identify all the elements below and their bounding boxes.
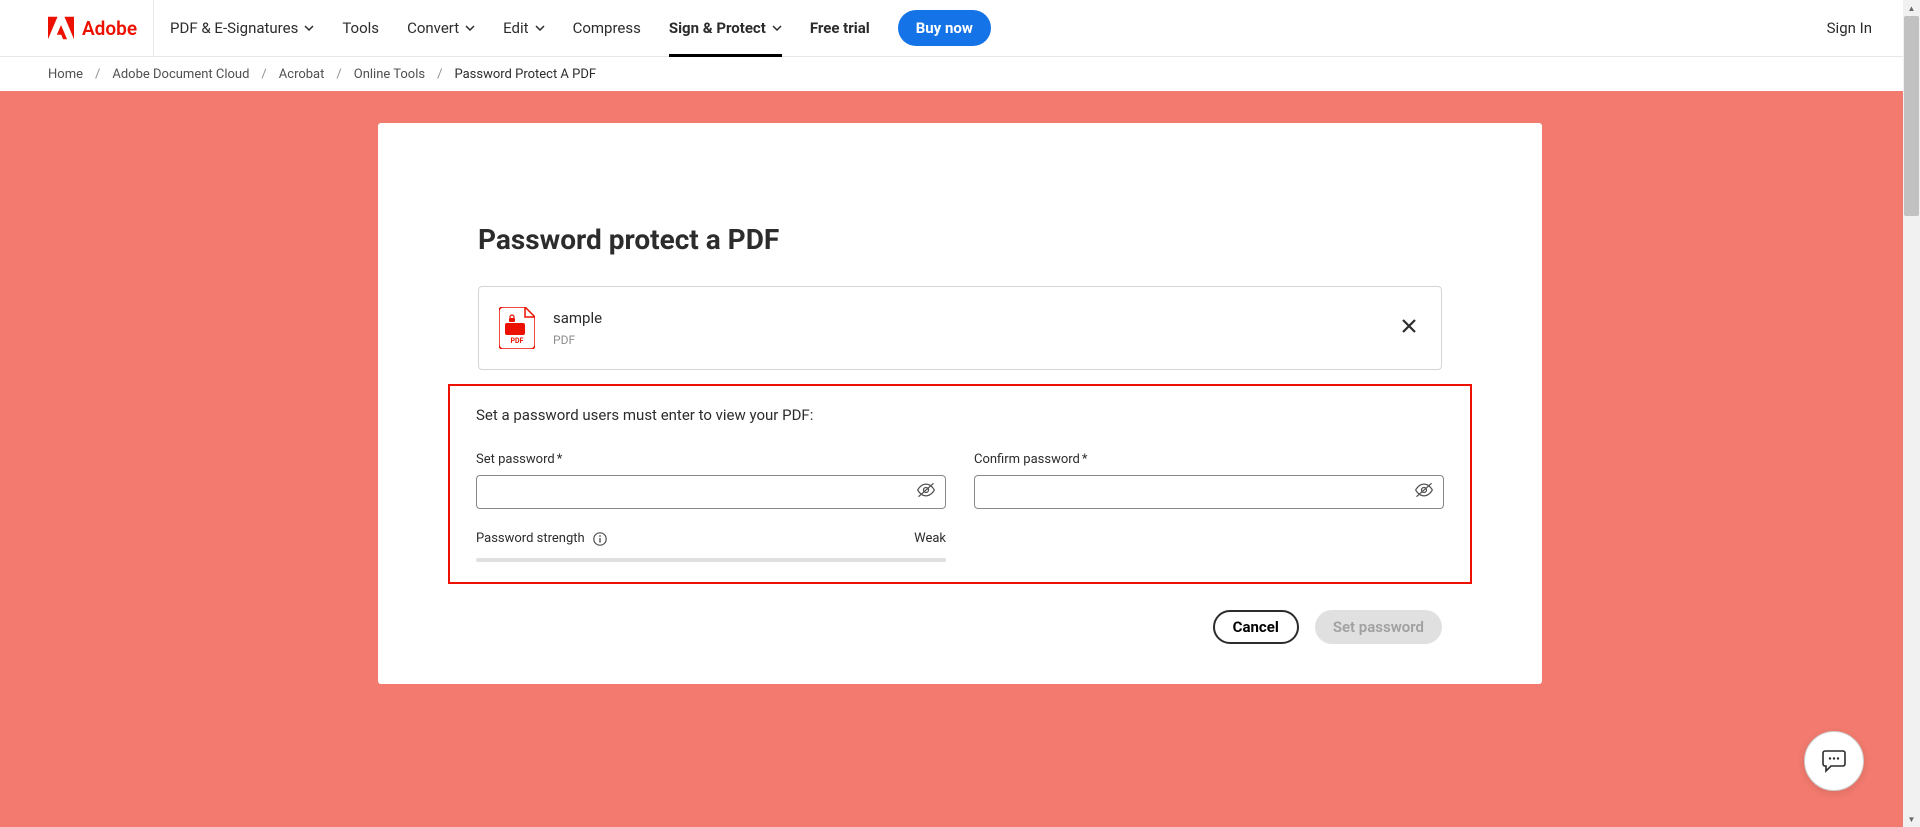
page-title: Password protect a PDF <box>478 223 1442 256</box>
set-password-field: Set password* <box>476 452 946 509</box>
chevron-down-icon <box>304 25 314 31</box>
toggle-password-visibility-button[interactable] <box>916 482 936 502</box>
close-icon <box>1401 318 1417 334</box>
scroll-up-arrow[interactable]: ▲ <box>1903 0 1920 16</box>
set-password-label: Set password* <box>476 452 946 467</box>
breadcrumb-separator: / <box>336 67 341 82</box>
action-buttons: Cancel Set password <box>478 610 1442 644</box>
password-strength-bar <box>476 558 946 562</box>
nav-menu: PDF & E-Signatures Tools Convert Edit Co… <box>170 0 1827 57</box>
password-section-highlighted: Set a password users must enter to view … <box>448 384 1472 584</box>
cancel-button[interactable]: Cancel <box>1213 610 1299 644</box>
confirm-password-input[interactable] <box>974 475 1444 509</box>
nav-sign-protect[interactable]: Sign & Protect <box>669 0 782 57</box>
confirm-password-input-wrap <box>974 475 1444 509</box>
chat-fab-button[interactable] <box>1804 731 1864 791</box>
confirm-password-label: Confirm password* <box>974 452 1444 467</box>
main-background: Password protect a PDF PDF sample PDF Se… <box>0 91 1920 827</box>
adobe-logo-icon <box>48 15 74 41</box>
svg-text:PDF: PDF <box>511 337 524 345</box>
toggle-confirm-visibility-button[interactable] <box>1414 482 1434 502</box>
eye-off-icon <box>916 482 936 498</box>
file-info-box: PDF sample PDF <box>478 286 1442 370</box>
vertical-scrollbar[interactable]: ▲ ▼ <box>1903 0 1920 827</box>
file-info: sample PDF <box>553 309 1379 347</box>
set-password-input-wrap <box>476 475 946 509</box>
breadcrumb-online-tools[interactable]: Online Tools <box>354 67 425 82</box>
chevron-down-icon <box>772 25 782 31</box>
nav-free-trial[interactable]: Free trial <box>810 0 870 57</box>
brand-text: Adobe <box>82 17 137 40</box>
breadcrumb-doc-cloud[interactable]: Adobe Document Cloud <box>112 67 249 82</box>
buy-now-button[interactable]: Buy now <box>898 10 991 46</box>
chevron-down-icon <box>535 25 545 31</box>
eye-off-icon <box>1414 482 1434 498</box>
file-name: sample <box>553 309 1379 327</box>
password-strength-row: Password strength Weak <box>476 531 946 546</box>
breadcrumb: Home / Adobe Document Cloud / Acrobat / … <box>0 57 1920 91</box>
breadcrumb-home[interactable]: Home <box>48 67 83 82</box>
pdf-file-icon: PDF <box>499 307 535 349</box>
nav-pdf-esign[interactable]: PDF & E-Signatures <box>170 0 314 57</box>
logo-section[interactable]: Adobe <box>48 0 154 56</box>
file-type: PDF <box>553 333 1379 347</box>
sign-in-link[interactable]: Sign In <box>1827 19 1872 37</box>
chat-icon <box>1821 749 1847 773</box>
chevron-down-icon <box>465 25 475 31</box>
password-strength-label: Password strength <box>476 531 607 546</box>
scrollbar-thumb[interactable] <box>1904 16 1919 216</box>
breadcrumb-separator: / <box>95 67 100 82</box>
required-asterisk: * <box>1082 452 1088 467</box>
password-prompt: Set a password users must enter to view … <box>476 406 1444 424</box>
main-header: Adobe PDF & E-Signatures Tools Convert E… <box>0 0 1920 57</box>
confirm-password-field: Confirm password* <box>974 452 1444 509</box>
nav-convert[interactable]: Convert <box>407 0 475 57</box>
breadcrumb-separator: / <box>261 67 266 82</box>
scroll-down-arrow[interactable]: ▼ <box>1903 811 1920 827</box>
password-fields-row: Set password* Confirm password* <box>476 452 1444 509</box>
set-password-button[interactable]: Set password <box>1315 610 1442 644</box>
nav-compress[interactable]: Compress <box>573 0 641 57</box>
password-strength-value: Weak <box>914 531 946 546</box>
breadcrumb-current: Password Protect A PDF <box>454 67 596 82</box>
info-icon[interactable] <box>593 532 607 546</box>
breadcrumb-separator: / <box>437 67 442 82</box>
set-password-input[interactable] <box>476 475 946 509</box>
nav-edit[interactable]: Edit <box>503 0 544 57</box>
remove-file-button[interactable] <box>1397 314 1421 342</box>
required-asterisk: * <box>557 452 563 467</box>
breadcrumb-acrobat[interactable]: Acrobat <box>279 67 325 82</box>
content-card: Password protect a PDF PDF sample PDF Se… <box>378 123 1542 684</box>
nav-tools[interactable]: Tools <box>342 0 379 57</box>
